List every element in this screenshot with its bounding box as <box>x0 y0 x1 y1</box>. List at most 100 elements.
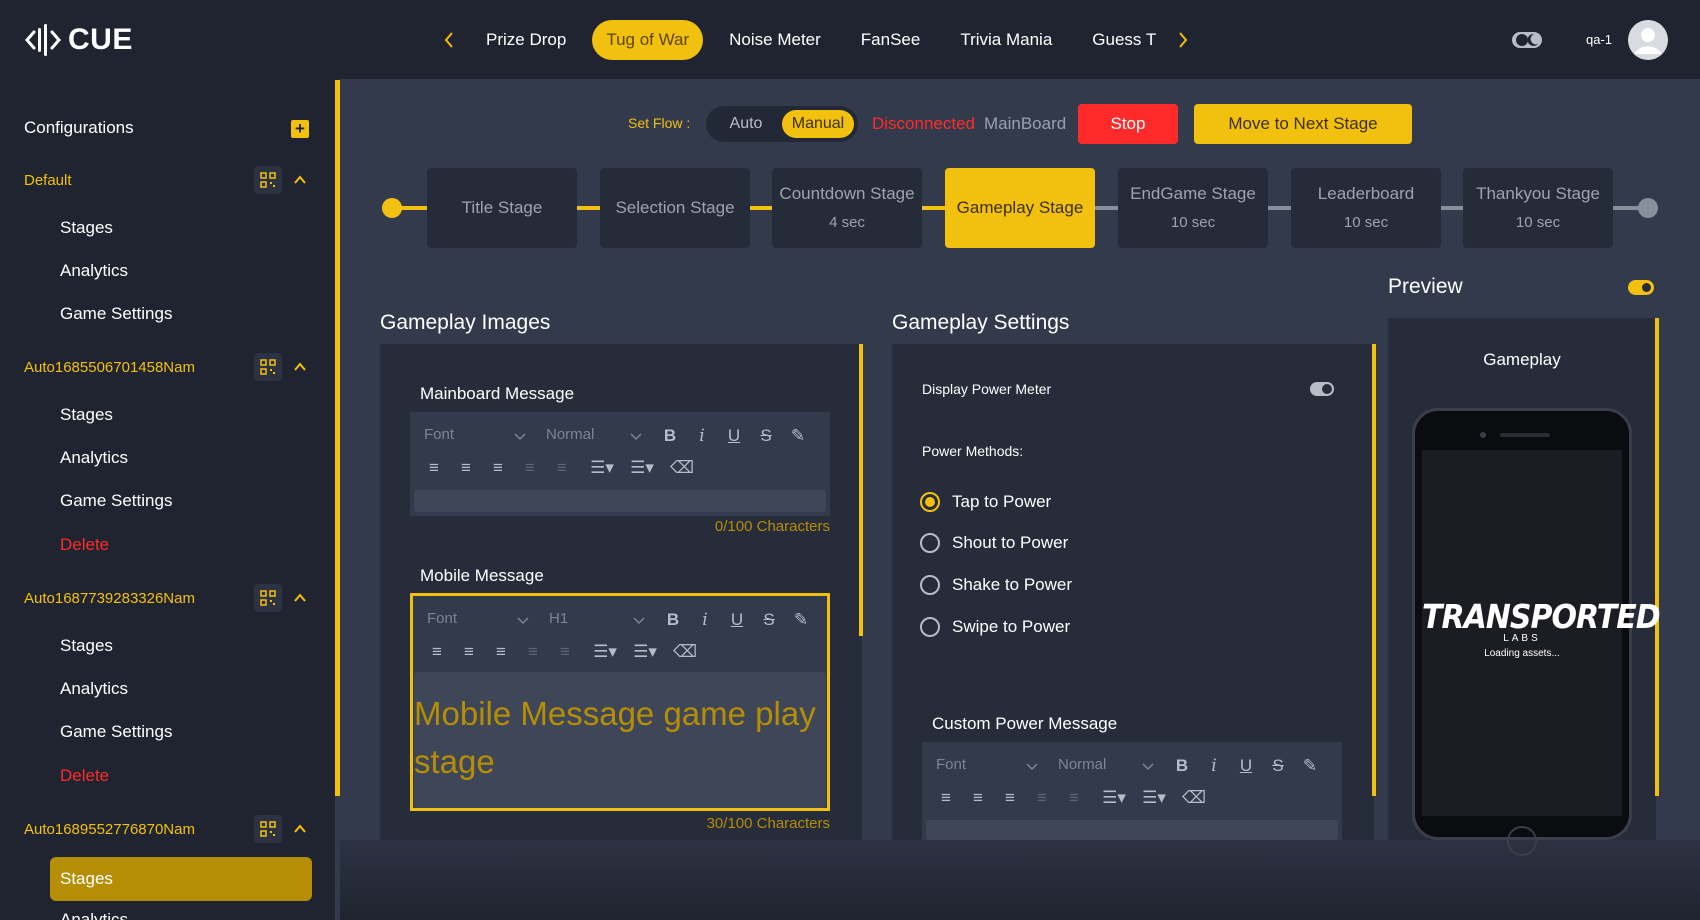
chevron-down-icon[interactable] <box>633 614 645 626</box>
align-right-icon[interactable]: ≡ <box>488 458 508 478</box>
radio-shout-to-power[interactable]: Shout to Power <box>920 531 1068 555</box>
italic-icon[interactable]: i <box>695 610 715 630</box>
config-group-auto-1[interactable]: Auto1685506701458Nam <box>24 353 314 383</box>
align-left-icon[interactable]: ≡ <box>936 788 956 808</box>
bullet-list-icon[interactable]: ☰▾ <box>626 458 658 478</box>
eraser-icon[interactable]: ⌫ <box>670 458 694 478</box>
sidebar-item-stages[interactable]: Stages <box>60 218 113 238</box>
preview-panel-scrollbar[interactable] <box>1655 318 1659 796</box>
indent-icon[interactable]: ≡ <box>520 458 540 478</box>
qr-code-button[interactable] <box>254 166 282 194</box>
sidebar-item-delete[interactable]: Delete <box>60 535 109 555</box>
radio-button[interactable] <box>920 533 940 553</box>
prev-game-button[interactable] <box>432 20 466 60</box>
flow-auto-option[interactable]: Auto <box>710 110 782 138</box>
avatar[interactable] <box>1628 20 1668 60</box>
radio-button[interactable] <box>920 617 940 637</box>
chevron-down-icon[interactable] <box>517 614 529 626</box>
ordered-list-icon[interactable]: ☰▾ <box>589 642 621 662</box>
chevron-up-icon[interactable] <box>292 821 308 837</box>
add-configuration-button[interactable]: + <box>291 120 309 138</box>
stage-selection[interactable]: Selection Stage <box>600 168 750 248</box>
sidebar-item-delete[interactable]: Delete <box>60 766 109 786</box>
size-select[interactable]: Normal <box>546 426 594 443</box>
tab-tug-of-war[interactable]: Tug of War <box>592 20 704 60</box>
bullet-list-icon[interactable]: ☰▾ <box>629 642 661 662</box>
tab-fansee[interactable]: FanSee <box>847 20 935 60</box>
config-group-auto-3[interactable]: Auto1689552776870Nam <box>24 815 314 845</box>
cue-logo[interactable]: CUE <box>24 20 133 60</box>
settings-panel-scrollbar[interactable] <box>1372 344 1376 796</box>
radio-shake-to-power[interactable]: Shake to Power <box>920 573 1072 597</box>
tab-trivia-mania[interactable]: Trivia Mania <box>946 20 1066 60</box>
stage-endgame[interactable]: EndGame Stage 10 sec <box>1118 168 1268 248</box>
ordered-list-icon[interactable]: ☰▾ <box>1098 788 1130 808</box>
stage-thankyou[interactable]: Thankyou Stage 10 sec <box>1463 168 1613 248</box>
highlighter-icon[interactable]: ✎ <box>791 610 811 630</box>
sidebar-item-game-settings[interactable]: Game Settings <box>60 491 172 511</box>
flow-manual-option[interactable]: Manual <box>782 110 854 138</box>
radio-swipe-to-power[interactable]: Swipe to Power <box>920 615 1070 639</box>
tab-prize-drop[interactable]: Prize Drop <box>472 20 580 60</box>
align-center-icon[interactable]: ≡ <box>968 788 988 808</box>
stage-countdown[interactable]: Countdown Stage 4 sec <box>772 168 922 248</box>
align-center-icon[interactable]: ≡ <box>456 458 476 478</box>
power-meter-toggle[interactable] <box>1310 382 1334 396</box>
sidebar-item-stages[interactable]: Stages <box>60 405 113 425</box>
stage-title[interactable]: Title Stage <box>427 168 577 248</box>
size-select[interactable]: H1 <box>549 610 568 627</box>
italic-icon[interactable]: i <box>1204 756 1224 776</box>
chevron-up-icon[interactable] <box>292 359 308 375</box>
highlighter-icon[interactable]: ✎ <box>1300 756 1320 776</box>
sidebar-item-game-settings[interactable]: Game Settings <box>60 722 172 742</box>
highlighter-icon[interactable]: ✎ <box>788 426 808 446</box>
indent-icon[interactable]: ≡ <box>1032 788 1052 808</box>
config-group-auto-2[interactable]: Auto1687739283326Nam <box>24 584 314 614</box>
stop-button[interactable]: Stop <box>1078 104 1178 144</box>
chevron-down-icon[interactable] <box>1142 760 1154 772</box>
qr-code-button[interactable] <box>254 353 282 381</box>
strikethrough-icon[interactable]: S <box>756 426 776 446</box>
strikethrough-icon[interactable]: S <box>1268 756 1288 776</box>
images-panel-scrollbar[interactable] <box>859 344 863 636</box>
chevron-up-icon[interactable] <box>292 172 308 188</box>
font-select[interactable]: Font <box>424 426 454 443</box>
stage-leaderboard[interactable]: Leaderboard 10 sec <box>1291 168 1441 248</box>
underline-icon[interactable]: U <box>727 610 747 630</box>
sidebar-item-analytics[interactable]: Analytics <box>60 679 128 699</box>
radio-tap-to-power[interactable]: Tap to Power <box>920 490 1051 514</box>
qr-code-button[interactable] <box>254 584 282 612</box>
qr-code-button[interactable] <box>254 815 282 843</box>
sidebar-item-stages[interactable]: Stages <box>60 636 113 656</box>
config-group-default[interactable]: Default <box>24 166 314 196</box>
font-select[interactable]: Font <box>427 610 457 627</box>
bullet-list-icon[interactable]: ☰▾ <box>1138 788 1170 808</box>
align-right-icon[interactable]: ≡ <box>1000 788 1020 808</box>
sidebar-item-game-settings[interactable]: Game Settings <box>60 304 172 324</box>
outdent-icon[interactable]: ≡ <box>552 458 572 478</box>
theme-toggle-icon[interactable] <box>1512 30 1544 50</box>
radio-button-selected[interactable] <box>920 492 940 512</box>
mainboard-message-input[interactable] <box>414 490 826 512</box>
outdent-icon[interactable]: ≡ <box>555 642 575 662</box>
strikethrough-icon[interactable]: S <box>759 610 779 630</box>
eraser-icon[interactable]: ⌫ <box>1182 788 1206 808</box>
mobile-message-input[interactable]: Mobile Message game play stage <box>414 690 826 786</box>
size-select[interactable]: Normal <box>1058 756 1106 773</box>
eraser-icon[interactable]: ⌫ <box>673 642 697 662</box>
chevron-up-icon[interactable] <box>292 590 308 606</box>
underline-icon[interactable]: U <box>1236 756 1256 776</box>
custom-message-input[interactable] <box>926 820 1338 840</box>
indent-icon[interactable]: ≡ <box>523 642 543 662</box>
italic-icon[interactable]: i <box>692 426 712 446</box>
chevron-down-icon[interactable] <box>514 430 526 442</box>
bold-icon[interactable]: B <box>1172 756 1192 776</box>
sidebar-item-analytics[interactable]: Analytics <box>60 261 128 281</box>
move-next-stage-button[interactable]: Move to Next Stage <box>1194 104 1412 144</box>
preview-toggle[interactable] <box>1628 280 1654 295</box>
ordered-list-icon[interactable]: ☰▾ <box>586 458 618 478</box>
chevron-down-icon[interactable] <box>630 430 642 442</box>
sidebar-item-analytics[interactable]: Analytics <box>60 910 128 920</box>
bold-icon[interactable]: B <box>663 610 683 630</box>
sidebar-item-analytics[interactable]: Analytics <box>60 448 128 468</box>
